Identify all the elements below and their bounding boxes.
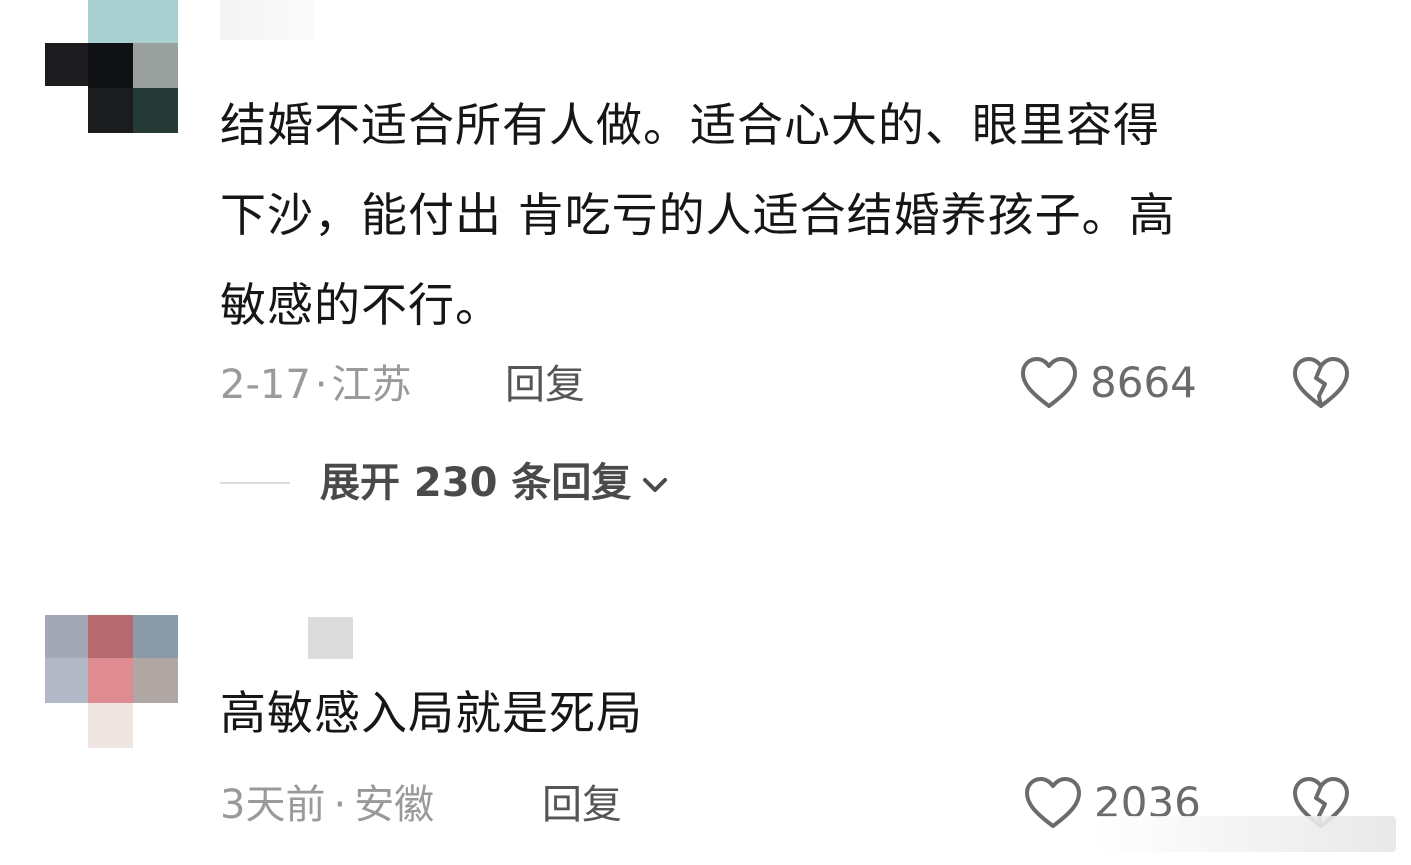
comment-location: 安徽 [354,782,435,828]
meta-separator: · [333,782,347,828]
comment-line: 高敏感入局就是死局 [220,686,643,740]
reply-button[interactable]: 回复 [542,780,622,830]
comment-meta: 2-17 · 江苏 [220,360,412,410]
username-blurred[interactable] [220,0,315,40]
username-blurred[interactable] [308,617,353,659]
comment-text: 高敏感入局就是死局 [220,668,1330,758]
heart-outline-icon [1025,777,1081,828]
comment-line: 敏感的不行。 [220,278,502,332]
comment-list: 结婚不适合所有人做。适合心大的、眼里容得 下沙，能付出 肯吃亏的人适合结婚养孩子… [0,0,1411,865]
heart-outline-icon [1021,357,1077,408]
avatar[interactable] [45,0,180,135]
comment-location: 江苏 [331,362,412,408]
comment-date: 2-17 [220,362,311,408]
expand-replies-button[interactable]: 展开 230 条回复 [220,455,669,511]
expand-replies-label: 展开 230 条回复 [320,460,632,506]
watermark-overlay [1094,816,1396,852]
meta-separator: · [314,362,328,408]
comment-line: 下沙，能付出 肯吃亏的人适合结婚养孩子。高 [220,188,1176,242]
comment-meta: 3天前 · 安徽 [220,780,434,830]
avatar[interactable] [45,615,180,750]
comment-date: 3天前 [220,782,326,828]
like-button[interactable]: 8664 [1020,356,1197,410]
like-count: 8664 [1090,358,1197,407]
comment-text: 结婚不适合所有人做。适合心大的、眼里容得 下沙，能付出 肯吃亏的人适合结婚养孩子… [220,80,1330,350]
broken-heart-icon[interactable] [1292,356,1350,410]
divider [220,482,290,484]
reply-button[interactable]: 回复 [505,360,585,410]
comment-line: 结婚不适合所有人做。适合心大的、眼里容得 [220,98,1160,152]
chevron-down-icon [643,478,668,492]
